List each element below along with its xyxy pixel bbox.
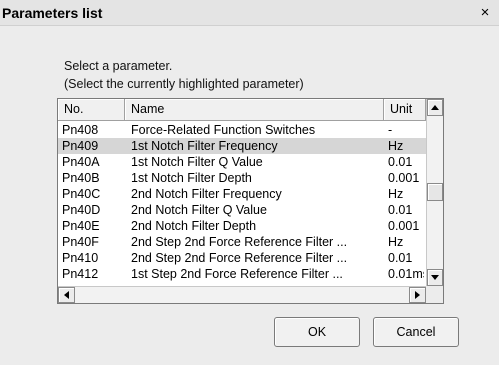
cancel-button[interactable]: Cancel [373,317,459,347]
cell-name: 1st Step 2nd Force Reference Filter ... [131,267,343,281]
table-row[interactable]: Pn40C 2nd Notch Filter Frequency Hz [58,186,426,202]
cell-name: 1st Notch Filter Depth [131,171,252,185]
cell-no: Pn40C [62,187,101,201]
cell-name: 1st Notch Filter Q Value [131,155,263,169]
cell-no: Pn40D [62,203,101,217]
cell-unit: 0.001 [388,171,420,185]
dialog-title: Parameters list [2,5,103,21]
cell-name: 2nd Notch Filter Q Value [131,203,267,217]
cell-name: 2nd Step 2nd Force Reference Filter ... [131,235,348,249]
table-row[interactable]: Pn410 2nd Step 2nd Force Reference Filter… [58,250,426,266]
list-rows: Pn408 Force-Related Function Switches - Pn4… [58,121,426,285]
cell-unit: 0.01 [388,251,413,265]
arrow-left-icon [64,291,69,299]
cell-name: 2nd Notch Filter Frequency [131,187,282,201]
cell-unit: Hz [388,187,404,201]
cell-unit: Hz [388,139,404,153]
table-row[interactable]: Pn409 1st Notch Filter Frequency Hz [58,138,426,154]
column-header-no[interactable]: No. [58,99,125,121]
horizontal-scrollbar[interactable] [58,286,426,303]
table-row[interactable]: Pn412 1st Step 2nd Force Reference Filter… [58,266,426,282]
vertical-scrollbar[interactable] [426,99,443,286]
parameter-list[interactable]: No. Name Unit Pn408 Force-Related Functio… [57,98,444,304]
table-row[interactable]: Pn40E 2nd Notch Filter Depth 0.001 [58,218,426,234]
cell-unit: Hz [388,235,404,249]
table-row[interactable]: Pn408 Force-Related Function Switches - [58,122,426,138]
cell-unit: 0.001 [388,219,420,233]
scroll-up-button[interactable] [427,99,443,116]
cell-name: 2nd Step 2nd Force Reference Filter ... [131,251,348,265]
cell-unit: 0.01 [388,155,413,169]
cell-no: Pn409 [62,139,99,153]
list-header: No. Name Unit [58,99,426,121]
cell-unit: - [388,123,393,137]
close-icon[interactable]: × [476,4,494,22]
cell-no: Pn40E [62,219,100,233]
cell-name: 1st Notch Filter Frequency [131,139,278,153]
cell-no: Pn40A [62,155,100,169]
scrollbar-corner [426,286,443,303]
cell-unit: 0.01ms [388,267,424,281]
prompt-text: Select a parameter. [64,59,173,73]
cell-no: Pn410 [62,251,99,265]
arrow-down-icon [431,275,439,280]
scroll-down-button[interactable] [427,269,443,286]
ok-button[interactable]: OK [274,317,360,347]
scroll-right-button[interactable] [409,287,426,303]
cell-unit: 0.01 [388,203,413,217]
arrow-up-icon [431,105,439,110]
table-row[interactable]: Pn40D 2nd Notch Filter Q Value 0.01 [58,202,426,218]
arrow-right-icon [415,291,420,299]
cell-no: Pn40F [62,235,99,249]
table-row[interactable]: Pn40A 1st Notch Filter Q Value 0.01 [58,154,426,170]
column-header-name[interactable]: Name [125,99,384,121]
column-header-unit[interactable]: Unit [384,99,426,121]
cell-name: Force-Related Function Switches [131,123,316,137]
parameters-list-dialog: Parameters list × Select a parameter. (S… [0,0,499,365]
prompt-subtext: (Select the currently highlighted parame… [64,77,304,91]
scroll-thumb[interactable] [427,183,443,201]
cell-name: 2nd Notch Filter Depth [131,219,257,233]
cell-no: Pn40B [62,171,100,185]
table-row[interactable]: Pn40F 2nd Step 2nd Force Reference Filter… [58,234,426,250]
scroll-left-button[interactable] [58,287,75,303]
cell-no: Pn412 [62,267,99,281]
table-row[interactable]: Pn40B 1st Notch Filter Depth 0.001 [58,170,426,186]
cell-no: Pn408 [62,123,99,137]
title-bar[interactable]: Parameters list × [0,0,499,26]
